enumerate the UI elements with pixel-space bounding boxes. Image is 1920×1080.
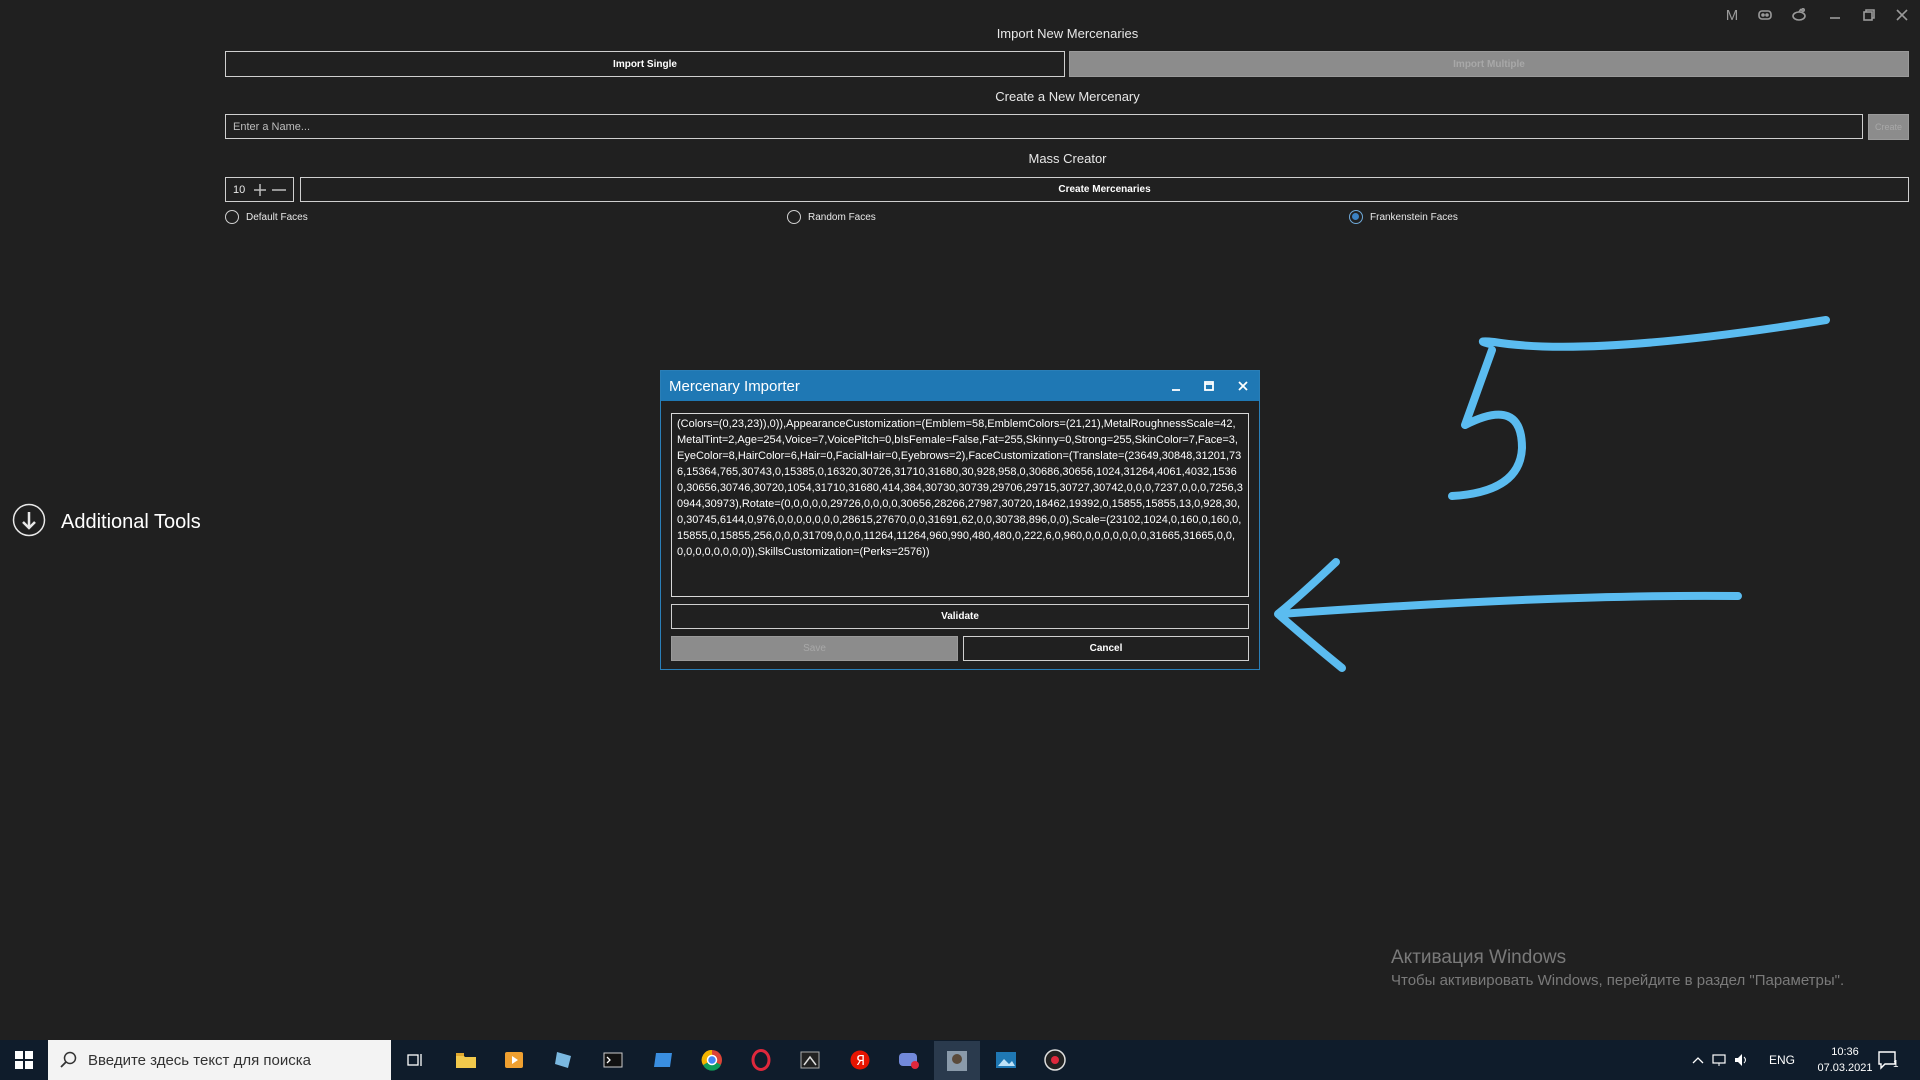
import-title: Import New Mercenaries (996, 26, 1139, 41)
discord-taskbar-icon[interactable] (889, 1045, 929, 1075)
radio-frankenstein-faces[interactable]: Frankenstein Faces (1349, 210, 1458, 224)
additional-tools-label: Additional Tools (61, 511, 201, 533)
terminal-icon[interactable] (593, 1045, 633, 1075)
cancel-button[interactable]: Cancel (963, 636, 1249, 661)
minimize-icon[interactable] (1821, 4, 1849, 26)
dialog-title-bar[interactable]: Mercenary Importer (661, 371, 1259, 401)
start-button[interactable] (0, 1040, 48, 1080)
name-input[interactable]: Enter a Name... (225, 114, 1863, 139)
activation-watermark-title: Активация Windows (1391, 947, 1567, 968)
windows-icon (15, 1051, 33, 1069)
yandex-icon[interactable]: Я (840, 1045, 880, 1075)
radio-label: Frankenstein Faces (1370, 211, 1458, 223)
active-app-icon[interactable] (934, 1041, 980, 1080)
notification-icon[interactable]: 1 (1868, 1045, 1908, 1075)
search-placeholder: Введите здесь текст для поиска (88, 1051, 311, 1069)
task-view-icon[interactable] (396, 1045, 436, 1075)
quantity-value: 10 (233, 183, 246, 196)
opera-icon[interactable] (741, 1045, 781, 1075)
chrome-icon[interactable] (692, 1045, 732, 1075)
search-icon (60, 1051, 78, 1074)
m-icon[interactable]: M (1718, 4, 1746, 26)
app-icon-blue[interactable] (543, 1045, 583, 1075)
annotation-number-5 (1479, 316, 1830, 351)
dialog-maximize-icon[interactable] (1197, 376, 1221, 396)
clock-date: 07.03.2021 (1817, 1062, 1873, 1074)
media-player-icon[interactable] (494, 1045, 534, 1075)
minus-icon[interactable] (269, 184, 289, 196)
close-icon[interactable] (1888, 4, 1916, 26)
svg-text:Я: Я (856, 1054, 865, 1069)
quantity-stepper[interactable]: 10 (225, 177, 294, 202)
restore-icon[interactable] (1855, 4, 1883, 26)
network-icon[interactable] (1708, 1045, 1732, 1075)
discord-icon[interactable] (1751, 4, 1779, 26)
notes-app-icon[interactable] (643, 1045, 683, 1075)
validate-button[interactable]: Validate (671, 604, 1249, 629)
language-indicator[interactable]: ENG (1769, 1053, 1795, 1067)
clock-time: 10:36 (1831, 1046, 1859, 1058)
clock[interactable]: 10:36 07.03.2021 (1817, 1044, 1873, 1076)
radio-circle (787, 210, 801, 224)
radio-random-faces[interactable]: Random Faces (787, 210, 876, 224)
m-label: M (1725, 6, 1739, 24)
tool-app-icon[interactable] (790, 1045, 830, 1075)
dialog-minimize-icon[interactable] (1164, 376, 1188, 396)
dialog-close-icon[interactable] (1231, 376, 1255, 396)
annotation-overlay (1274, 316, 1830, 672)
annotation-arrow (1276, 591, 1742, 618)
taskbar-search[interactable]: Введите здесь текст для поиска (48, 1040, 391, 1080)
create-title: Create a New Mercenary (995, 89, 1140, 104)
file-explorer-icon[interactable] (446, 1045, 486, 1075)
chevron-up-icon[interactable] (1686, 1045, 1710, 1075)
photos-icon[interactable] (986, 1045, 1026, 1075)
plus-icon[interactable] (251, 183, 269, 196)
volume-icon[interactable] (1730, 1045, 1754, 1075)
import-single-button[interactable]: Import Single (225, 51, 1065, 77)
additional-tools-toggle[interactable]: Additional Tools (12, 503, 201, 542)
reddit-icon[interactable] (1785, 4, 1813, 26)
radio-circle (1349, 210, 1363, 224)
activation-watermark-text: Чтобы активировать Windows, перейдите в … (1391, 972, 1845, 989)
dialog-title: Mercenary Importer (669, 378, 800, 395)
obs-icon[interactable] (1035, 1045, 1075, 1075)
notification-count: 1 (1893, 1059, 1899, 1070)
radio-default-faces[interactable]: Default Faces (225, 210, 308, 224)
radio-label: Default Faces (246, 211, 308, 223)
down-arrow-icon (12, 503, 46, 542)
radio-circle (225, 210, 239, 224)
create-mercenaries-button[interactable]: Create Mercenaries (300, 177, 1909, 202)
import-text-area[interactable]: (Colors=(0,23,23)),0)),AppearanceCustomi… (671, 413, 1249, 597)
mercenary-importer-dialog: Mercenary Importer (Colors=(0,23,23)),0)… (660, 370, 1260, 670)
radio-label: Random Faces (808, 211, 876, 223)
mass-title: Mass Creator (1028, 151, 1107, 166)
save-button[interactable]: Save (671, 636, 958, 661)
import-multiple-button[interactable]: Import Multiple (1069, 51, 1909, 77)
create-button[interactable]: Create (1868, 114, 1909, 140)
